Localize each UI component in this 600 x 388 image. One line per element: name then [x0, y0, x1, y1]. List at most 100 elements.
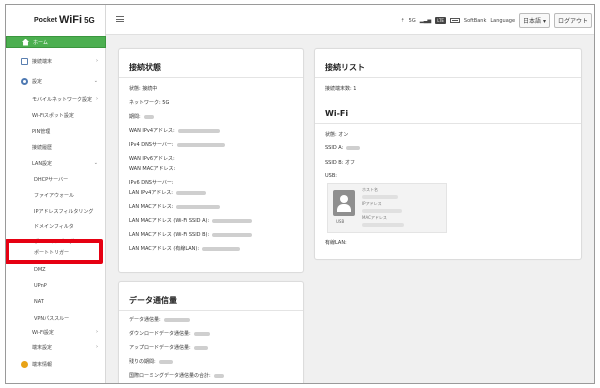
language-select[interactable]: 日本語 ▾: [519, 13, 550, 28]
sidebar-item-device-settings[interactable]: 端末設定 ›: [6, 341, 106, 353]
sidebar-label-home: ホーム: [33, 39, 48, 46]
time-label: 期間:: [129, 114, 141, 120]
sidebar-label-dhcp: DHCPサーバー: [34, 176, 69, 183]
ssid-b-text: SSID B: オフ: [325, 160, 355, 166]
sidebar-item-vpn[interactable]: VPNパススルー: [6, 312, 106, 324]
header-status: ⇡ 5G ▂▃▅ LTE SoftBank Language 日本語 ▾ ログア…: [400, 13, 592, 28]
sidebar-label-dmz: DMZ: [34, 267, 46, 273]
sidebar-label-upnp: UPnP: [34, 283, 47, 289]
row-ipv6-dns: IPv6 DNSサーバー:: [129, 179, 174, 186]
row-network: ネットワーク: 5G: [129, 99, 169, 106]
sidebar-item-domain-filter[interactable]: ドメインフィルタ: [6, 220, 106, 232]
sidebar-label-lan: LAN設定: [32, 160, 53, 167]
sidebar-item-wifi-spot[interactable]: Wi-Fiスポット設定: [6, 109, 106, 121]
redacted-value: [213, 373, 224, 378]
row-device-count: 接続端末数: 1: [325, 85, 356, 92]
connection-list-card: 接続リスト 接続端末数: 1 Wi-Fi 状態: オン SSID A: SSID…: [314, 48, 582, 260]
remaining-label: 残りの期間:: [129, 359, 156, 365]
sidebar-label-domain-filter: ドメインフィルタ: [34, 223, 74, 230]
row-time: 期間:: [129, 113, 154, 120]
mac-value: [362, 222, 404, 227]
hamburger-menu-icon[interactable]: [116, 16, 124, 22]
row-wifi-status: 状態: オン: [325, 131, 348, 138]
divider: [119, 77, 303, 78]
network-icon: [21, 57, 28, 65]
sidebar: Pocket WiFi 5G ホーム 接続端末 › 設定 ⌄ モバイルネットワー…: [6, 5, 106, 383]
sidebar-item-mobile-network[interactable]: モバイルネットワーク設定 ›: [6, 93, 106, 105]
row-wan-ipv4: WAN IPv4アドレス:: [129, 127, 220, 134]
ssid-a-label: SSID A:: [325, 145, 344, 151]
redacted-value: [193, 345, 208, 350]
chevron-down-icon: ⌄: [93, 160, 98, 166]
network-text: ネットワーク: 5G: [129, 100, 170, 106]
row-remaining: 残りの期間:: [129, 358, 173, 365]
usb-device-card[interactable]: USB ホスト名 IPアドレス MACアドレス: [327, 183, 447, 233]
divider: [315, 77, 581, 78]
card-title-connection-list: 接続リスト: [325, 63, 365, 72]
sidebar-item-settings[interactable]: 設定 ⌄: [6, 75, 106, 87]
lan-mac-a-label: LAN MACアドレス (Wi-Fi SSID A):: [129, 218, 210, 224]
logo-pocket: Pocket: [34, 16, 57, 24]
sidebar-item-nat[interactable]: NAT: [6, 296, 106, 308]
sidebar-item-home[interactable]: ホーム: [6, 36, 106, 48]
wired-lan-label: 有線LAN:: [325, 240, 347, 246]
sidebar-label-vpn: VPNパススルー: [34, 315, 70, 322]
sidebar-item-device-info[interactable]: 端末情報: [6, 358, 106, 370]
chevron-right-icon: ›: [96, 58, 98, 64]
row-download: ダウンロードデータ通信量:: [129, 330, 210, 337]
mac-label: MACアドレス: [362, 215, 387, 220]
data-usage-card: データ通信量 データ通信量: ダウンロードデータ通信量: アップロードデータ通信…: [118, 281, 304, 383]
bars-icon: ▂▃▅: [419, 17, 432, 24]
connection-status-card: 接続状態 状態: 接続中 ネットワーク: 5G 期間: WAN IPv4アドレス…: [118, 48, 304, 273]
sidebar-label-wifi-spot: Wi-Fiスポット設定: [32, 112, 74, 119]
sidebar-item-dmz[interactable]: DMZ: [6, 264, 106, 276]
card-title-connection-status: 接続状態: [129, 63, 161, 72]
carrier-label: SoftBank: [463, 17, 487, 24]
device-avatar-icon: [333, 190, 355, 216]
section-title-wifi: Wi-Fi: [325, 109, 349, 118]
lan-mac-b-label: LAN MACアドレス (Wi-Fi SSID B):: [129, 232, 210, 238]
row-data: データ通信量:: [129, 316, 190, 323]
sidebar-label-pin: PIN管理: [32, 128, 51, 135]
info-icon: [21, 360, 28, 368]
sidebar-item-pin[interactable]: PIN管理: [6, 125, 106, 137]
chevron-right-icon: ›: [96, 96, 98, 102]
row-lan-mac: LAN MACアドレス:: [129, 203, 221, 210]
logo-wifi: WiFi: [58, 14, 83, 26]
logo-5g: 5G: [84, 15, 95, 25]
sidebar-item-ip-filter[interactable]: IPアドレスフィルタリング: [6, 205, 106, 217]
row-wan-mac: WAN MACアドレス:: [129, 165, 175, 172]
lan-mac-label: LAN MACアドレス:: [129, 204, 174, 210]
sidebar-label-settings: 設定: [32, 78, 43, 85]
sidebar-item-devices[interactable]: 接続端末 ›: [6, 55, 106, 67]
wifi-status-text: 状態: オン: [325, 132, 349, 138]
host-label: ホスト名: [362, 187, 378, 192]
sidebar-label-firewall: ファイアウォール: [34, 192, 75, 199]
highlight-box: [6, 239, 103, 264]
card-title-data-usage: データ通信量: [129, 296, 177, 305]
sidebar-label-device-info: 端末情報: [32, 361, 53, 368]
host-value: [362, 194, 398, 199]
sidebar-item-upnp[interactable]: UPnP: [6, 280, 106, 292]
redacted-value: [202, 246, 241, 251]
status-text: 状態: 接続中: [129, 86, 158, 92]
sidebar-label-nat: NAT: [34, 299, 44, 305]
sidebar-item-firewall[interactable]: ファイアウォール: [6, 189, 106, 201]
sidebar-item-wifi-settings[interactable]: Wi-Fi設定 ›: [6, 326, 106, 338]
sidebar-label-wifi-settings: Wi-Fi設定: [32, 329, 54, 336]
ipv4-dns-label: IPv4 DNSサーバー:: [129, 142, 174, 148]
redacted-value: [177, 128, 220, 133]
chevron-right-icon: ›: [96, 344, 98, 350]
redacted-value: [176, 142, 225, 147]
sidebar-item-history[interactable]: 接続履歴: [6, 141, 106, 153]
redacted-value: [163, 317, 190, 322]
row-roaming: 国際ローミングデータ通信量の合計:: [129, 372, 224, 379]
row-ssid-b: SSID B: オフ: [325, 159, 355, 166]
browser-frame: Pocket WiFi 5G ホーム 接続端末 › 設定 ⌄ モバイルネットワー…: [5, 4, 595, 384]
gear-icon: [21, 77, 28, 85]
sidebar-item-dhcp[interactable]: DHCPサーバー: [6, 173, 106, 185]
logout-button[interactable]: ログアウト: [553, 13, 592, 28]
sidebar-item-lan[interactable]: LAN設定 ⌄: [6, 157, 106, 169]
sidebar-label-ip-filter: IPアドレスフィルタリング: [34, 208, 94, 215]
redacted-value: [143, 114, 154, 119]
